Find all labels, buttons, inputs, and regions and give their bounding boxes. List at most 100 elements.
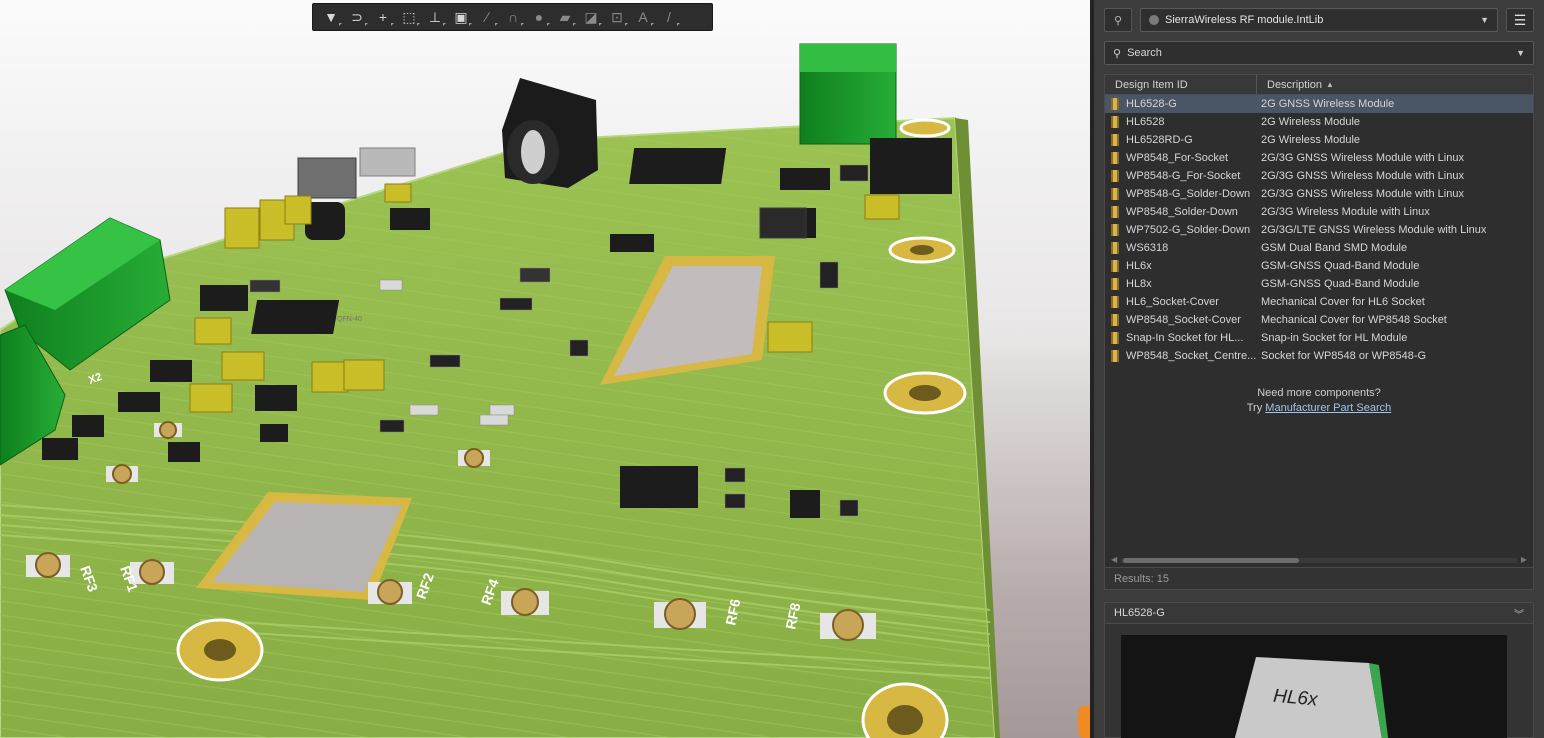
design-item-id: WP8548-G_For-Socket xyxy=(1126,170,1241,182)
search-icon: ⚲ xyxy=(1113,47,1122,60)
align-icon[interactable]: ⊥ xyxy=(423,6,447,28)
dimension-icon[interactable]: ⊡ xyxy=(605,6,629,28)
description: 2G Wireless Module xyxy=(1261,134,1361,146)
chevron-down-icon: ▼ xyxy=(1480,15,1489,25)
dc-jack xyxy=(502,78,598,188)
table-row[interactable]: WP7502-G_Solder-Down 2G/3G/LTE GNSS Wirel… xyxy=(1105,221,1533,239)
manufacturer-part-search-link[interactable]: Manufacturer Part Search xyxy=(1265,402,1391,414)
component-icon xyxy=(1111,206,1119,218)
sort-ascending-icon: ▲ xyxy=(1326,80,1334,89)
library-row: ⚲ SierraWireless RF module.IntLib ▼ ☰ xyxy=(1104,8,1534,32)
preview-3d-canvas[interactable]: HL6x xyxy=(1121,635,1507,738)
filter-icon[interactable]: ▼ xyxy=(319,6,343,28)
preview-title: HL6528-G xyxy=(1114,607,1165,619)
design-item-id: HL6_Socket-Cover xyxy=(1126,296,1219,308)
component-preview: HL6x xyxy=(1104,624,1534,738)
component-icon xyxy=(1111,224,1119,236)
place-via-icon[interactable]: ● xyxy=(527,6,551,28)
table-row[interactable]: HL8x GSM-GNSS Quad-Band Module xyxy=(1105,275,1533,293)
crosshair-icon[interactable]: + xyxy=(371,6,395,28)
side-panel-handle[interactable] xyxy=(1078,706,1090,738)
description: 2G/3G/LTE GNSS Wireless Module with Linu… xyxy=(1261,224,1487,236)
description: 2G GNSS Wireless Module xyxy=(1261,98,1395,110)
hamburger-icon: ☰ xyxy=(1513,11,1527,28)
library-name: SierraWireless RF module.IntLib xyxy=(1165,14,1324,26)
string-icon[interactable]: A xyxy=(631,6,655,28)
panel-filter-button[interactable]: ⚲ xyxy=(1104,8,1132,32)
design-item-id: WP7502-G_Solder-Down xyxy=(1126,224,1251,236)
pcb-board-render[interactable]: RF3 RF1 RF2 RF4 RF6 RF8 X2 QFN-40 xyxy=(0,0,1090,738)
search-field[interactable]: ⚲ ▼ xyxy=(1104,41,1534,65)
results-count: Results: 15 xyxy=(1104,568,1534,590)
description: GSM-GNSS Quad-Band Module xyxy=(1261,278,1420,290)
table-row[interactable]: HL6x GSM-GNSS Quad-Band Module xyxy=(1105,257,1533,275)
design-item-id: WP8548_Solder-Down xyxy=(1126,206,1238,218)
design-item-id: HL8x xyxy=(1126,278,1152,290)
table-row[interactable]: HL6528-G 2G GNSS Wireless Module xyxy=(1105,95,1533,113)
route-icon[interactable]: ∕ xyxy=(475,6,499,28)
component-icon xyxy=(1111,170,1119,182)
library-dropdown[interactable]: SierraWireless RF module.IntLib ▼ xyxy=(1140,8,1498,32)
description: 2G Wireless Module xyxy=(1261,116,1361,128)
description: GSM Dual Band SMD Module xyxy=(1261,242,1408,254)
table-row[interactable]: WS6318 GSM Dual Band SMD Module xyxy=(1105,239,1533,257)
component-icon xyxy=(1111,116,1119,128)
preview-header[interactable]: HL6528-G ︾ xyxy=(1104,602,1534,624)
description: Mechanical Cover for WP8548 Socket xyxy=(1261,314,1447,326)
description: Snap-in Socket for HL Module xyxy=(1261,332,1408,344)
interactive-route-icon[interactable]: ⊃ xyxy=(345,6,369,28)
design-item-id: HL6528RD-G xyxy=(1126,134,1193,146)
design-item-id: WS6318 xyxy=(1126,242,1169,254)
table-row[interactable]: WP8548_Solder-Down 2G/3G Wireless Module … xyxy=(1105,203,1533,221)
polygon-fill-icon[interactable]: ▰ xyxy=(553,6,577,28)
ic-label-qfn: QFN-40 xyxy=(337,316,362,323)
try-text: Try xyxy=(1246,402,1263,414)
funnel-icon: ⚲ xyxy=(1113,14,1123,27)
component-icon xyxy=(1111,188,1119,200)
library-icon xyxy=(1149,15,1159,25)
table-header: Design Item ID Description ▲ xyxy=(1105,75,1533,95)
scroll-right-icon[interactable]: ▶ xyxy=(1521,555,1527,564)
table-row[interactable]: WP8548_Socket_Centre... Socket for WP8548… xyxy=(1105,347,1533,365)
design-item-id: HL6528-G xyxy=(1126,98,1177,110)
component-icon xyxy=(1111,296,1119,308)
design-item-id: WP8548-G_Solder-Down xyxy=(1126,188,1251,200)
component-icon xyxy=(1111,152,1119,164)
table-row[interactable]: HL6528RD-G 2G Wireless Module xyxy=(1105,131,1533,149)
component-icon xyxy=(1111,314,1119,326)
table-row[interactable]: Snap-In Socket for HL... Snap-in Socket f… xyxy=(1105,329,1533,347)
design-item-id: WP8548_For-Socket xyxy=(1126,152,1229,164)
component-icon xyxy=(1111,260,1119,272)
scroll-left-icon[interactable]: ◀ xyxy=(1111,555,1117,564)
terminal-block-top xyxy=(799,43,897,145)
design-item-id: HL6528 xyxy=(1126,116,1165,128)
board-traces xyxy=(0,118,995,738)
description: 2G/3G GNSS Wireless Module with Linux xyxy=(1261,152,1464,164)
table-row[interactable]: WP8548_Socket-Cover Mechanical Cover for … xyxy=(1105,311,1533,329)
table-row[interactable]: HL6_Socket-Cover Mechanical Cover for HL6… xyxy=(1105,293,1533,311)
table-row[interactable]: WP8548-G_Solder-Down 2G/3G GNSS Wireless … xyxy=(1105,185,1533,203)
table-row[interactable]: WP8548_For-Socket 2G/3G GNSS Wireless Mod… xyxy=(1105,149,1533,167)
component-icon xyxy=(1111,350,1119,362)
table-row[interactable]: HL6528 2G Wireless Module xyxy=(1105,113,1533,131)
search-options-chevron-icon[interactable]: ▼ xyxy=(1516,48,1525,58)
region-icon[interactable]: ◪ xyxy=(579,6,603,28)
pcb-3d-viewport[interactable]: RF3 RF1 RF2 RF4 RF6 RF8 X2 QFN-40 ▼ ⊃ + … xyxy=(0,0,1090,738)
collapse-icon[interactable]: ︾ xyxy=(1514,606,1524,621)
description: GSM-GNSS Quad-Band Module xyxy=(1261,260,1420,272)
select-area-icon[interactable]: ⬚ xyxy=(397,6,421,28)
arc-icon[interactable]: ∩ xyxy=(501,6,525,28)
panel-menu-button[interactable]: ☰ xyxy=(1506,8,1534,32)
table-row[interactable]: WP8548-G_For-Socket 2G/3G GNSS Wireless M… xyxy=(1105,167,1533,185)
line-icon[interactable]: / xyxy=(657,6,681,28)
horizontal-scrollbar[interactable]: ◀ ▶ xyxy=(1111,555,1527,564)
description: Socket for WP8548 or WP8548-G xyxy=(1261,350,1427,362)
table-body: HL6528-G 2G GNSS Wireless Module HL6528 2G … xyxy=(1105,95,1533,365)
scroll-thumb[interactable] xyxy=(1123,558,1299,563)
description: 2G/3G Wireless Module with Linux xyxy=(1261,206,1430,218)
column-header-design-item-id[interactable]: Design Item ID xyxy=(1105,75,1257,94)
description: 2G/3G GNSS Wireless Module with Linux xyxy=(1261,188,1464,200)
component-icon[interactable]: ▣ xyxy=(449,6,473,28)
search-input[interactable] xyxy=(1127,47,1517,59)
column-header-description[interactable]: Description ▲ xyxy=(1257,79,1334,91)
